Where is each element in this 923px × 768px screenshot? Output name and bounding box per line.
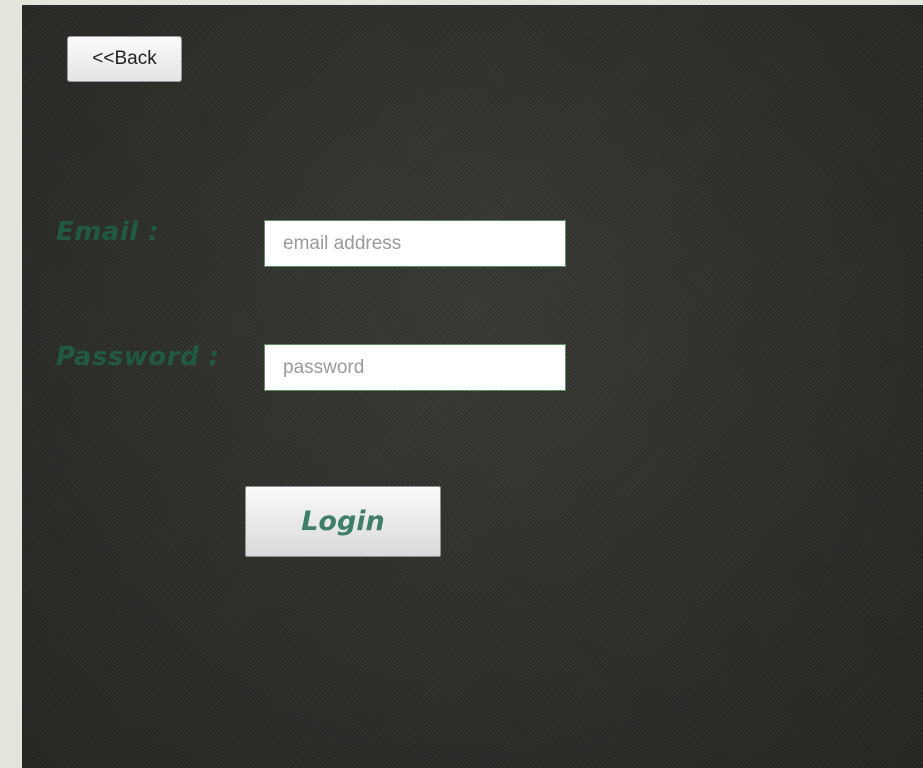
login-button[interactable]: Login	[245, 486, 441, 557]
login-panel: <<Back Email : Password : Login	[22, 5, 923, 768]
email-field[interactable]	[264, 220, 566, 267]
email-label: Email :	[56, 217, 160, 247]
back-button[interactable]: <<Back	[67, 36, 182, 82]
password-field[interactable]	[264, 344, 566, 391]
window-frame: <<Back Email : Password : Login	[0, 0, 923, 768]
password-label: Password :	[56, 342, 220, 372]
